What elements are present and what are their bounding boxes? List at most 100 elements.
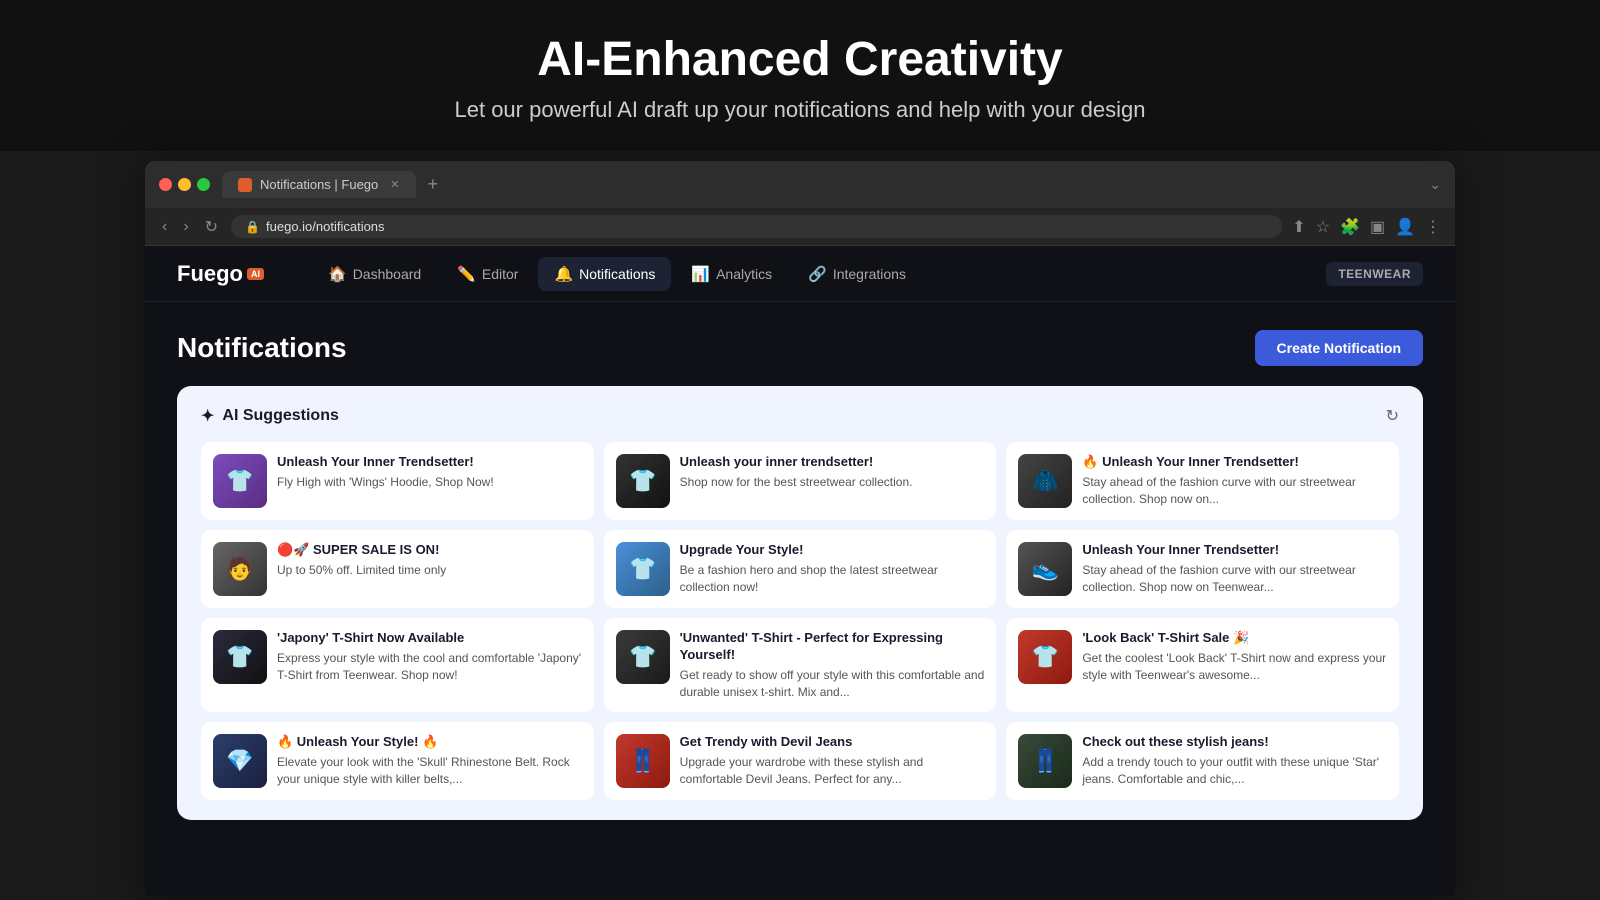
tab-title: Notifications | Fuego (260, 177, 378, 192)
suggestion-card[interactable]: 👖 Get Trendy with Devil Jeans Upgrade yo… (604, 722, 997, 800)
suggestion-content: 🔥 Unleash Your Style! 🔥 Elevate your loo… (277, 734, 582, 787)
hero-section: AI-Enhanced Creativity Let our powerful … (0, 0, 1600, 151)
suggestion-card[interactable]: 🧥 🔥 Unleash Your Inner Trendsetter! Stay… (1006, 442, 1399, 520)
suggestion-desc: Elevate your look with the 'Skull' Rhine… (277, 754, 582, 788)
suggestion-desc: Stay ahead of the fashion curve with our… (1082, 562, 1387, 596)
ai-card-title-text: AI Suggestions (222, 407, 338, 425)
share-icon[interactable]: ⬆ (1292, 217, 1305, 237)
browser-action-icons: ⬆ ☆ 🧩 ▣ 👤 ⋮ (1292, 217, 1441, 237)
profile-icon[interactable]: 👤 (1395, 217, 1415, 237)
suggestion-title: Unleash Your Inner Trendsetter! (277, 454, 494, 471)
dashboard-icon: 🏠 (328, 265, 347, 283)
nav-item-editor[interactable]: ✏️ Editor (441, 257, 534, 291)
suggestion-content: 🔴🚀 SUPER SALE IS ON! Up to 50% off. Limi… (277, 542, 446, 579)
suggestion-desc: Shop now for the best streetwear collect… (680, 474, 913, 491)
tab-close-icon[interactable]: ✕ (390, 178, 399, 191)
suggestion-desc: Fly High with 'Wings' Hoodie, Shop Now! (277, 474, 494, 491)
nav-label-integrations: Integrations (833, 266, 906, 282)
suggestion-card[interactable]: 👕 Unleash your inner trendsetter! Shop n… (604, 442, 997, 520)
create-notification-button[interactable]: Create Notification (1255, 330, 1423, 366)
suggestion-thumbnail: 👕 (213, 454, 267, 508)
nav-item-analytics[interactable]: 📊 Analytics (675, 257, 788, 291)
suggestion-title: 🔥 Unleash Your Inner Trendsetter! (1082, 454, 1387, 471)
splitview-icon[interactable]: ▣ (1370, 217, 1385, 237)
minimize-button[interactable] (178, 178, 191, 191)
suggestion-content: 🔥 Unleash Your Inner Trendsetter! Stay a… (1082, 454, 1387, 507)
browser-window: Notifications | Fuego ✕ + ⌄ ‹ › ↻ 🔒 fueg… (145, 161, 1455, 896)
refresh-button[interactable]: ↻ (202, 217, 221, 237)
page-title: Notifications (177, 332, 347, 364)
nav-label-analytics: Analytics (716, 266, 772, 282)
thumb-icon: 👕 (616, 454, 670, 508)
suggestion-desc: Be a fashion hero and shop the latest st… (680, 562, 985, 596)
new-tab-button[interactable]: + (420, 172, 447, 197)
logo-badge: AI (247, 268, 264, 280)
logo-text: Fuego (177, 261, 243, 287)
suggestion-card[interactable]: 👕 'Look Back' T-Shirt Sale 🎉 Get the coo… (1006, 618, 1399, 712)
suggestion-title: 🔥 Unleash Your Style! 🔥 (277, 734, 582, 751)
nav-item-dashboard[interactable]: 🏠 Dashboard (312, 257, 437, 291)
browser-tab[interactable]: Notifications | Fuego ✕ (222, 171, 416, 198)
suggestion-thumbnail: 🧥 (1018, 454, 1072, 508)
top-navigation: Fuego AI 🏠 Dashboard ✏️ Editor 🔔 Notifica… (145, 246, 1455, 302)
ai-suggestions-card: ✦ AI Suggestions ↻ 👕 Unleash Your Inner … (177, 386, 1423, 820)
suggestion-desc: Get the coolest 'Look Back' T-Shirt now … (1082, 650, 1387, 684)
lock-icon: 🔒 (245, 220, 260, 234)
extensions-icon[interactable]: 🧩 (1340, 217, 1360, 237)
suggestion-card[interactable]: 👕 'Unwanted' T-Shirt - Perfect for Expre… (604, 618, 997, 712)
tab-favicon (238, 178, 252, 192)
page-header: Notifications Create Notification (177, 330, 1423, 366)
suggestion-title: 🔴🚀 SUPER SALE IS ON! (277, 542, 446, 559)
suggestion-thumbnail: 👕 (1018, 630, 1072, 684)
suggestion-card[interactable]: 👕 Upgrade Your Style! Be a fashion hero … (604, 530, 997, 608)
refresh-suggestions-button[interactable]: ↻ (1386, 406, 1399, 426)
thumb-icon: 💎 (213, 734, 267, 788)
suggestion-desc: Stay ahead of the fashion curve with our… (1082, 474, 1387, 508)
suggestion-card[interactable]: 🧑 🔴🚀 SUPER SALE IS ON! Up to 50% off. Li… (201, 530, 594, 608)
suggestion-desc: Up to 50% off. Limited time only (277, 562, 446, 579)
back-button[interactable]: ‹ (159, 218, 170, 236)
thumb-icon: 👖 (1018, 734, 1072, 788)
nav-items: 🏠 Dashboard ✏️ Editor 🔔 Notifications 📊 … (312, 257, 1326, 291)
suggestion-thumbnail: 👕 (213, 630, 267, 684)
nav-label-editor: Editor (482, 266, 519, 282)
suggestion-card[interactable]: 👕 Unleash Your Inner Trendsetter! Fly Hi… (201, 442, 594, 520)
thumb-icon: 👕 (213, 630, 267, 684)
thumb-icon: 👕 (213, 454, 267, 508)
suggestion-thumbnail: 👖 (1018, 734, 1072, 788)
url-text: fuego.io/notifications (266, 219, 385, 234)
hero-subtitle: Let our powerful AI draft up your notifi… (20, 97, 1580, 123)
suggestions-grid: 👕 Unleash Your Inner Trendsetter! Fly Hi… (201, 442, 1399, 800)
suggestion-thumbnail: 👕 (616, 454, 670, 508)
menu-icon[interactable]: ⋮ (1425, 217, 1441, 237)
close-button[interactable] (159, 178, 172, 191)
bookmark-icon[interactable]: ☆ (1316, 217, 1330, 237)
forward-button[interactable]: › (180, 218, 191, 236)
suggestion-title: 'Japony' T-Shirt Now Available (277, 630, 582, 647)
nav-item-integrations[interactable]: 🔗 Integrations (792, 257, 922, 291)
maximize-button[interactable] (197, 178, 210, 191)
logo: Fuego AI (177, 261, 264, 287)
tab-bar: Notifications | Fuego ✕ + (222, 171, 1417, 198)
suggestion-card[interactable]: 👖 Check out these stylish jeans! Add a t… (1006, 722, 1399, 800)
editor-icon: ✏️ (457, 265, 476, 283)
app-container: Fuego AI 🏠 Dashboard ✏️ Editor 🔔 Notifica… (145, 246, 1455, 896)
suggestion-card[interactable]: 💎 🔥 Unleash Your Style! 🔥 Elevate your l… (201, 722, 594, 800)
traffic-lights (159, 178, 210, 191)
address-bar[interactable]: 🔒 fuego.io/notifications (231, 215, 1282, 238)
integrations-icon: 🔗 (808, 265, 827, 283)
suggestion-desc: Add a trendy touch to your outfit with t… (1082, 754, 1387, 788)
thumb-icon: 👕 (1018, 630, 1072, 684)
suggestion-card[interactable]: 👕 'Japony' T-Shirt Now Available Express… (201, 618, 594, 712)
thumb-icon: 👕 (616, 630, 670, 684)
nav-label-notifications: Notifications (579, 266, 655, 282)
thumb-icon: 👕 (616, 542, 670, 596)
suggestion-content: Get Trendy with Devil Jeans Upgrade your… (680, 734, 985, 787)
suggestion-thumbnail: 👕 (616, 542, 670, 596)
thumb-icon: 🧑 (213, 542, 267, 596)
suggestion-card[interactable]: 👟 Unleash Your Inner Trendsetter! Stay a… (1006, 530, 1399, 608)
suggestion-content: 'Japony' T-Shirt Now Available Express y… (277, 630, 582, 683)
notifications-icon: 🔔 (554, 265, 573, 283)
nav-item-notifications[interactable]: 🔔 Notifications (538, 257, 671, 291)
suggestion-desc: Express your style with the cool and com… (277, 650, 582, 684)
